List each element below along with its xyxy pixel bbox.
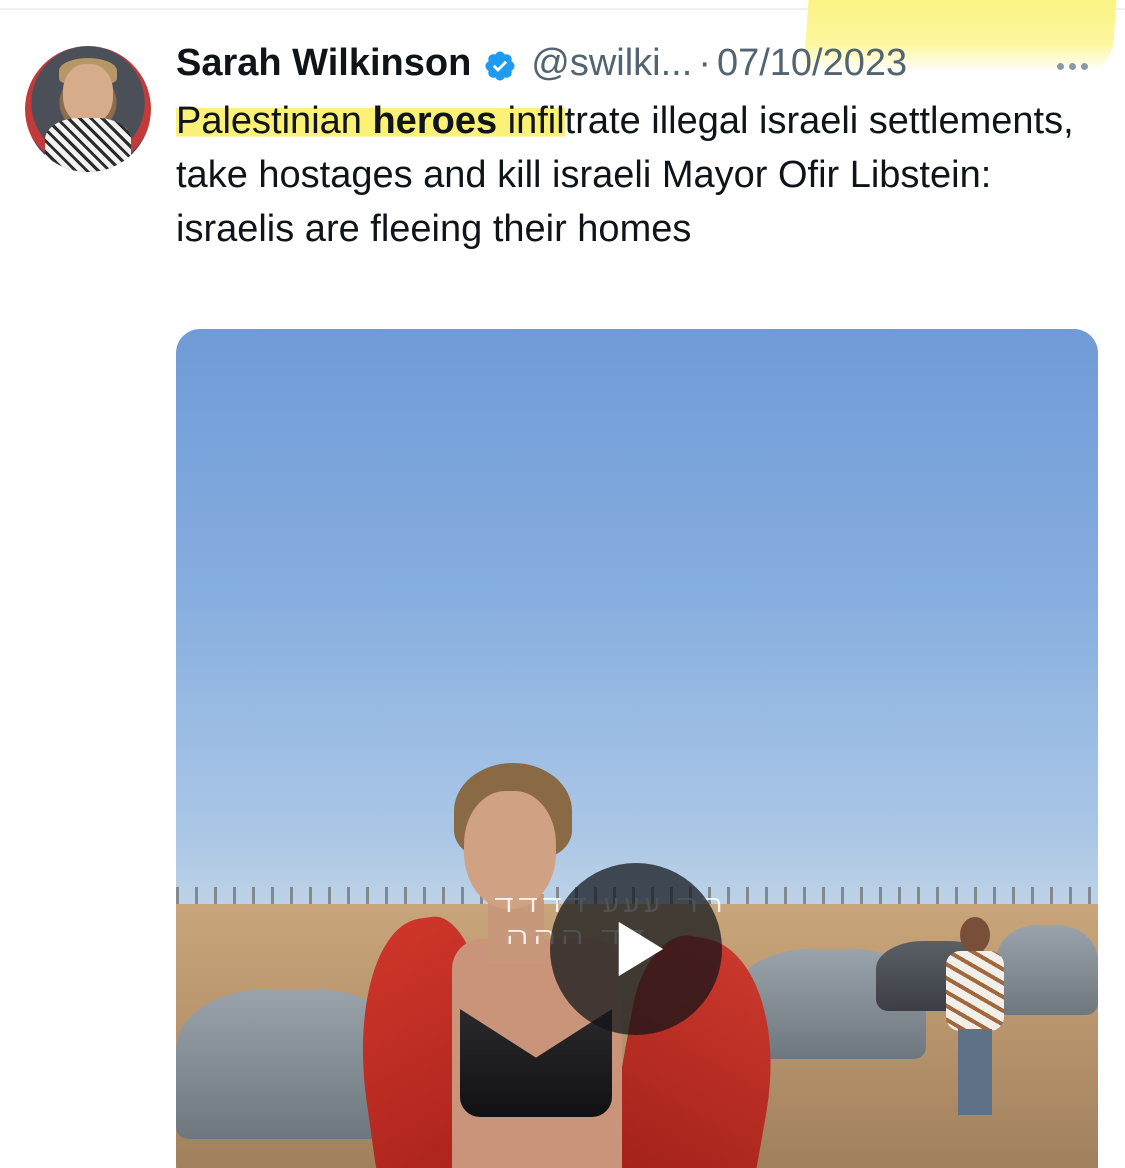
- more-dot-2: [1068, 62, 1076, 70]
- play-button[interactable]: [550, 863, 722, 1035]
- tweet-screenshot: Sarah Wilkinson @swilki... · 07/10/2023 …: [0, 0, 1125, 1168]
- play-icon: [618, 921, 664, 977]
- separator-dot: ·: [698, 42, 711, 84]
- tweet-header: Sarah Wilkinson @swilki... · 07/10/2023: [176, 38, 907, 88]
- tweet-text: Palestinian heroes infiltrate illegal is…: [176, 94, 1076, 256]
- more-options-icon[interactable]: [1048, 46, 1096, 86]
- avatar[interactable]: [25, 46, 151, 172]
- highlighted-text-heroes: heroes: [372, 100, 498, 142]
- parked-car: [996, 925, 1098, 1015]
- highlighted-text-palestinian: Palestinian: [176, 100, 373, 142]
- avatar-face: [63, 64, 113, 124]
- verified-badge-icon[interactable]: [483, 46, 517, 81]
- running-man: [942, 917, 1006, 1117]
- avatar-scarf: [45, 118, 131, 172]
- highlighted-text-infil: infil: [497, 100, 565, 142]
- more-dot-1: [1056, 62, 1064, 70]
- video-thumbnail[interactable]: ﬧﬧ ﬠﬠﬠ ﬢﬢﬢﬢ ﬢﬢ ﬣﬣﬣ: [176, 329, 1098, 1168]
- more-dot-3: [1080, 62, 1088, 70]
- author-handle[interactable]: @swilki...: [531, 38, 692, 88]
- author-name[interactable]: Sarah Wilkinson: [176, 38, 471, 88]
- man-shirt: [946, 951, 1004, 1031]
- man-legs: [958, 1029, 992, 1115]
- man-head: [960, 917, 990, 953]
- tweet-date[interactable]: 07/10/2023: [717, 38, 907, 88]
